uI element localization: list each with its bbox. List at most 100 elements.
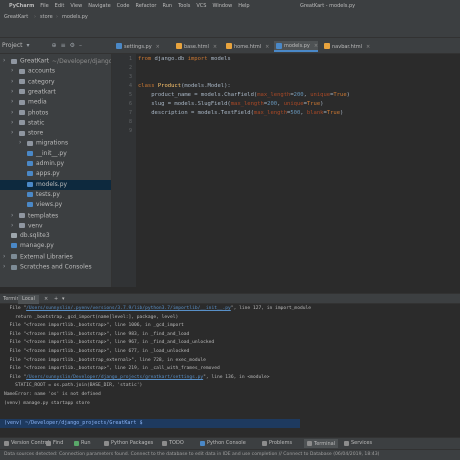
menu-window[interactable]: Window bbox=[209, 3, 235, 9]
tree-item[interactable]: › photos bbox=[0, 108, 111, 118]
close-icon[interactable]: × bbox=[265, 44, 269, 50]
tree-item[interactable]: db.sqlite3 bbox=[0, 231, 111, 241]
tree-item[interactable]: › greatkart bbox=[0, 87, 111, 97]
tree-item[interactable]: __init__.py bbox=[0, 149, 111, 159]
terminal-prompt[interactable]: (venv) ~/Developer/django_projects/Great… bbox=[0, 419, 300, 428]
chevron-right-icon[interactable]: › bbox=[3, 252, 8, 262]
tree-item[interactable]: views.py bbox=[0, 200, 111, 210]
chevron-right-icon[interactable]: › bbox=[11, 118, 16, 128]
menu-run[interactable]: Run bbox=[159, 3, 175, 9]
breadcrumb-file[interactable]: models.py bbox=[62, 14, 88, 20]
menu-tools[interactable]: Tools bbox=[175, 3, 193, 9]
tool-window-services[interactable]: Services bbox=[344, 440, 372, 446]
tree-item-label: External Libraries bbox=[20, 253, 73, 261]
menu-app[interactable]: PyCharm bbox=[6, 3, 37, 9]
code-editor[interactable]: from django.db import models class Produ… bbox=[136, 54, 460, 287]
tool-window-problems[interactable]: Problems bbox=[262, 440, 292, 446]
tree-item[interactable]: tests.py bbox=[0, 190, 111, 200]
tree-item[interactable]: › accounts bbox=[0, 66, 111, 76]
close-icon[interactable]: × bbox=[314, 43, 318, 49]
chevron-right-icon[interactable]: › bbox=[11, 97, 16, 107]
chevron-right-icon[interactable]: › bbox=[11, 211, 16, 221]
chevron-down-icon[interactable]: ▾ bbox=[27, 42, 30, 49]
tool-window-label: Services bbox=[351, 440, 373, 446]
tree-item[interactable]: › static bbox=[0, 118, 111, 128]
terminal-tab-local[interactable]: Local bbox=[18, 295, 39, 304]
tab-settings[interactable]: settings.py × bbox=[114, 41, 160, 52]
close-icon[interactable]: × bbox=[366, 44, 370, 50]
menu-view[interactable]: View bbox=[67, 3, 85, 9]
breadcrumb-project[interactable]: GreatKart bbox=[4, 14, 28, 20]
menu-code[interactable]: Code bbox=[114, 3, 133, 9]
chevron-down-icon[interactable]: ▾ bbox=[62, 296, 65, 302]
chevron-right-icon[interactable]: › bbox=[11, 108, 16, 118]
tree-item[interactable]: › External Libraries bbox=[0, 252, 111, 262]
tool-window-version-control[interactable]: Version Control bbox=[4, 440, 49, 446]
project-panel-title[interactable]: Project bbox=[2, 42, 23, 49]
breadcrumb-store[interactable]: store bbox=[40, 14, 53, 20]
terminal-line: return _bootstrap._gcd_import(name[level… bbox=[4, 315, 178, 320]
add-icon[interactable]: ⊕ bbox=[52, 42, 57, 49]
tool-window-todo[interactable]: TODO bbox=[162, 440, 184, 446]
tab-home-html[interactable]: home.html × bbox=[224, 41, 269, 52]
tree-item[interactable]: › migrations bbox=[0, 138, 111, 148]
close-icon[interactable]: × bbox=[213, 44, 217, 50]
menu-help[interactable]: Help bbox=[235, 3, 252, 9]
chevron-right-icon[interactable]: › bbox=[11, 87, 16, 97]
minimize-icon[interactable]: – bbox=[79, 42, 82, 49]
chevron-right-icon[interactable]: › bbox=[19, 138, 24, 148]
menu-vcs[interactable]: VCS bbox=[193, 3, 209, 9]
terminal-output[interactable]: File "/Users/sunnyslin/.pyenv/versions/3… bbox=[0, 304, 460, 437]
menu-refactor[interactable]: Refactor bbox=[132, 3, 159, 9]
terminal-line: File "<frozen importlib._bootstrap_exter… bbox=[4, 358, 206, 363]
python-file-icon bbox=[116, 43, 122, 49]
close-icon[interactable]: × bbox=[156, 44, 160, 50]
terminal-file-link[interactable]: /Users/sunnyslin/Developer/django_projec… bbox=[26, 375, 203, 380]
tree-item[interactable]: apps.py bbox=[0, 169, 111, 179]
tree-item[interactable]: › templates bbox=[0, 211, 111, 221]
menu-file[interactable]: File bbox=[37, 3, 51, 9]
terminal-line: NameError: name 'os' is not defined bbox=[4, 392, 101, 397]
tab-base-html[interactable]: base.html × bbox=[174, 41, 217, 52]
chevron-right-icon[interactable]: › bbox=[11, 221, 16, 231]
collapse-icon[interactable]: ≡ bbox=[61, 42, 66, 49]
add-icon[interactable]: + bbox=[54, 296, 58, 302]
terminal-file-link[interactable]: /Users/sunnyslin/.pyenv/versions/3.7.9/l… bbox=[26, 306, 231, 311]
tree-item[interactable]: › category bbox=[0, 77, 111, 87]
chevron-right-icon[interactable]: › bbox=[3, 56, 8, 66]
tool-window-run[interactable]: Run bbox=[74, 440, 91, 446]
tree-item[interactable]: › venv bbox=[0, 221, 111, 231]
package-icon bbox=[104, 440, 109, 446]
tree-item[interactable]: › Scratches and Consoles bbox=[0, 262, 111, 272]
folder-icon bbox=[11, 58, 17, 64]
tab-label: base.html bbox=[184, 43, 209, 50]
tree-item-label: GreatKart bbox=[20, 57, 50, 65]
tree-item-label: admin.py bbox=[36, 160, 65, 167]
tool-window-python-console[interactable]: Python Console bbox=[200, 440, 246, 446]
tab-models[interactable]: models.py × bbox=[274, 41, 319, 52]
services-icon bbox=[344, 440, 349, 446]
tree-item[interactable]: › store bbox=[0, 128, 111, 138]
tool-window-python-packages[interactable]: Python Packages bbox=[104, 440, 153, 446]
chevron-right-icon[interactable]: › bbox=[11, 77, 16, 87]
tree-item-label: views.py bbox=[36, 201, 63, 209]
chevron-right-icon[interactable]: › bbox=[3, 262, 8, 272]
tree-item[interactable]: admin.py bbox=[0, 159, 111, 169]
tree-item[interactable]: › GreatKart~/Developer/django_projects bbox=[0, 56, 111, 66]
warning-icon bbox=[262, 440, 267, 446]
terminal-text: File "<frozen importlib._bootstrap>", li… bbox=[4, 340, 215, 346]
tree-item[interactable]: models.py bbox=[0, 179, 111, 190]
chevron-right-icon[interactable]: › bbox=[11, 128, 16, 138]
chevron-right-icon[interactable]: › bbox=[11, 66, 16, 76]
tree-item[interactable]: manage.py bbox=[0, 241, 111, 251]
line-number: 2 bbox=[128, 65, 132, 71]
tool-window-terminal[interactable]: Terminal bbox=[304, 439, 339, 448]
gear-icon[interactable]: ⚙ bbox=[70, 42, 75, 49]
tree-item[interactable]: › media bbox=[0, 97, 111, 107]
terminal-line: File "/Users/sunnyslin/.pyenv/versions/3… bbox=[4, 306, 312, 311]
tool-window-find[interactable]: Find bbox=[46, 440, 63, 446]
menu-edit[interactable]: Edit bbox=[52, 3, 68, 9]
close-icon[interactable]: × bbox=[44, 296, 48, 302]
tab-navbar-html[interactable]: navbar.html × bbox=[322, 41, 370, 52]
menu-navigate[interactable]: Navigate bbox=[85, 3, 113, 9]
